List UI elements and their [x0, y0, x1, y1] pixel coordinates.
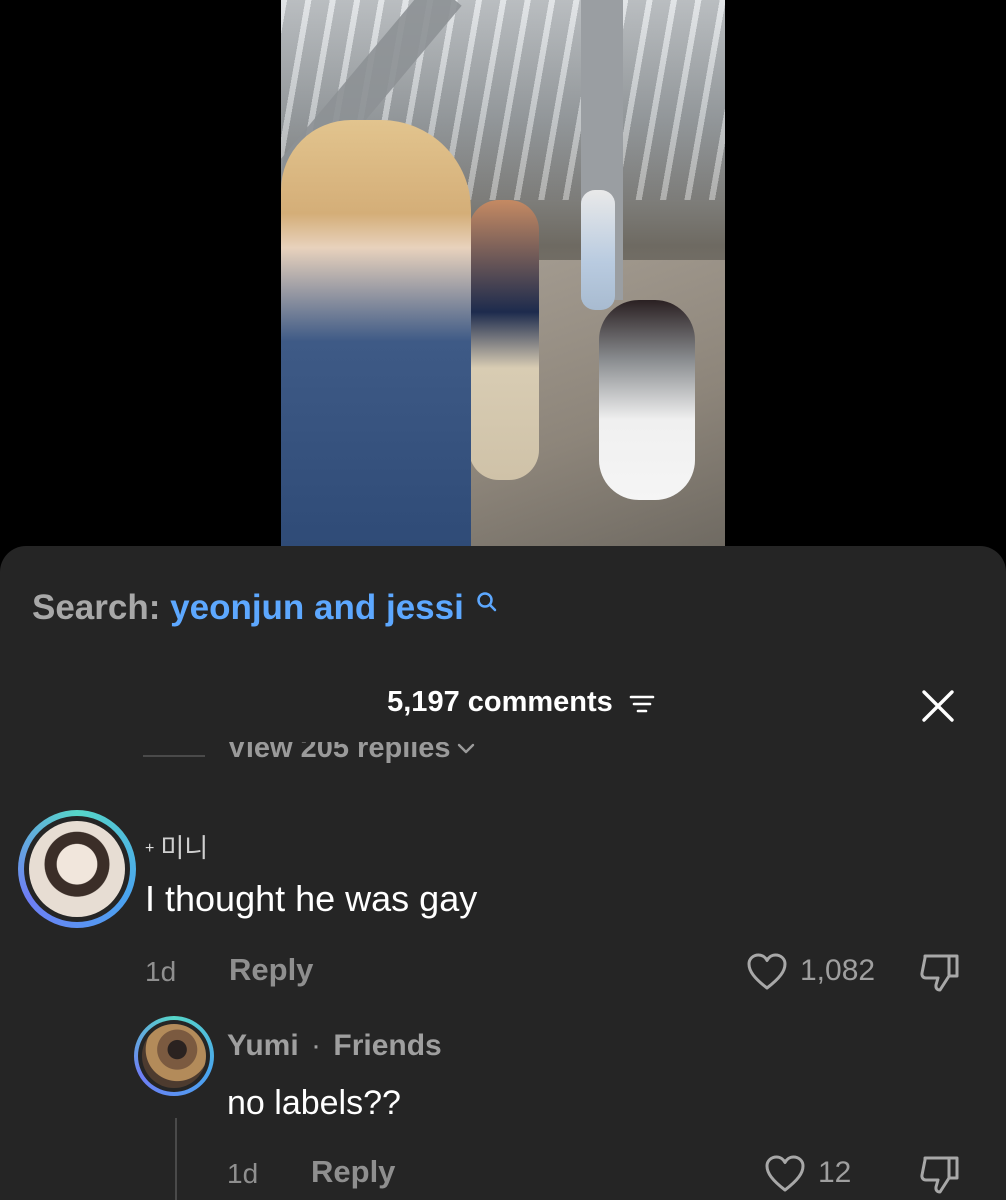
dislike-icon[interactable] — [917, 1152, 965, 1198]
comments-sheet: Search: yeonjun and jessi 5,197 comments… — [0, 546, 1006, 1200]
comments-header: 5,197 comments — [0, 686, 1006, 719]
comment-text: I thought he was gay — [145, 878, 478, 919]
friends-tag: Friends — [333, 1029, 442, 1062]
view-replies-button[interactable]: View 205 replies — [143, 742, 475, 778]
separator-dot: · — [311, 1029, 322, 1062]
dislike-icon[interactable] — [917, 950, 965, 996]
reply-button[interactable]: Reply — [229, 952, 313, 988]
comment-count: 5,197 comments — [387, 686, 613, 718]
like-count: 1,082 — [800, 954, 876, 987]
thread-line — [175, 1118, 177, 1200]
foreground-person — [281, 120, 471, 546]
search-icon — [476, 592, 496, 612]
heart-icon[interactable] — [764, 1154, 806, 1194]
dancer — [469, 200, 539, 480]
dancer — [599, 300, 695, 500]
avatar-image — [29, 821, 125, 917]
chevron-down-icon — [457, 743, 474, 754]
comment-text: no labels?? — [227, 1084, 401, 1122]
username-text: Yumi — [227, 1029, 299, 1062]
reply-button[interactable]: Reply — [311, 1154, 395, 1190]
username-text: 미니 — [160, 833, 209, 863]
view-replies-label: View 205 replies — [227, 742, 451, 764]
video-player[interactable] — [281, 0, 725, 546]
sort-icon[interactable] — [629, 693, 655, 715]
comment-timestamp: 1d — [227, 1158, 259, 1189]
search-query[interactable]: yeonjun and jessi — [170, 588, 464, 627]
comment-username[interactable]: + 미니 — [145, 828, 208, 865]
sparkle-decoration: + — [145, 840, 155, 857]
comment-username[interactable]: Yumi · Friends — [227, 1029, 442, 1063]
close-icon[interactable] — [918, 686, 958, 726]
replies-divider — [143, 755, 205, 757]
comment-timestamp: 1d — [145, 956, 177, 987]
search-label: Search: — [32, 588, 161, 627]
avatar[interactable] — [134, 1016, 214, 1096]
like-count: 12 — [818, 1156, 852, 1189]
avatar[interactable] — [18, 810, 136, 928]
dancer — [581, 190, 615, 310]
search-suggestion[interactable]: Search: yeonjun and jessi — [32, 588, 498, 628]
heart-icon[interactable] — [746, 952, 788, 992]
avatar-image — [142, 1024, 206, 1088]
